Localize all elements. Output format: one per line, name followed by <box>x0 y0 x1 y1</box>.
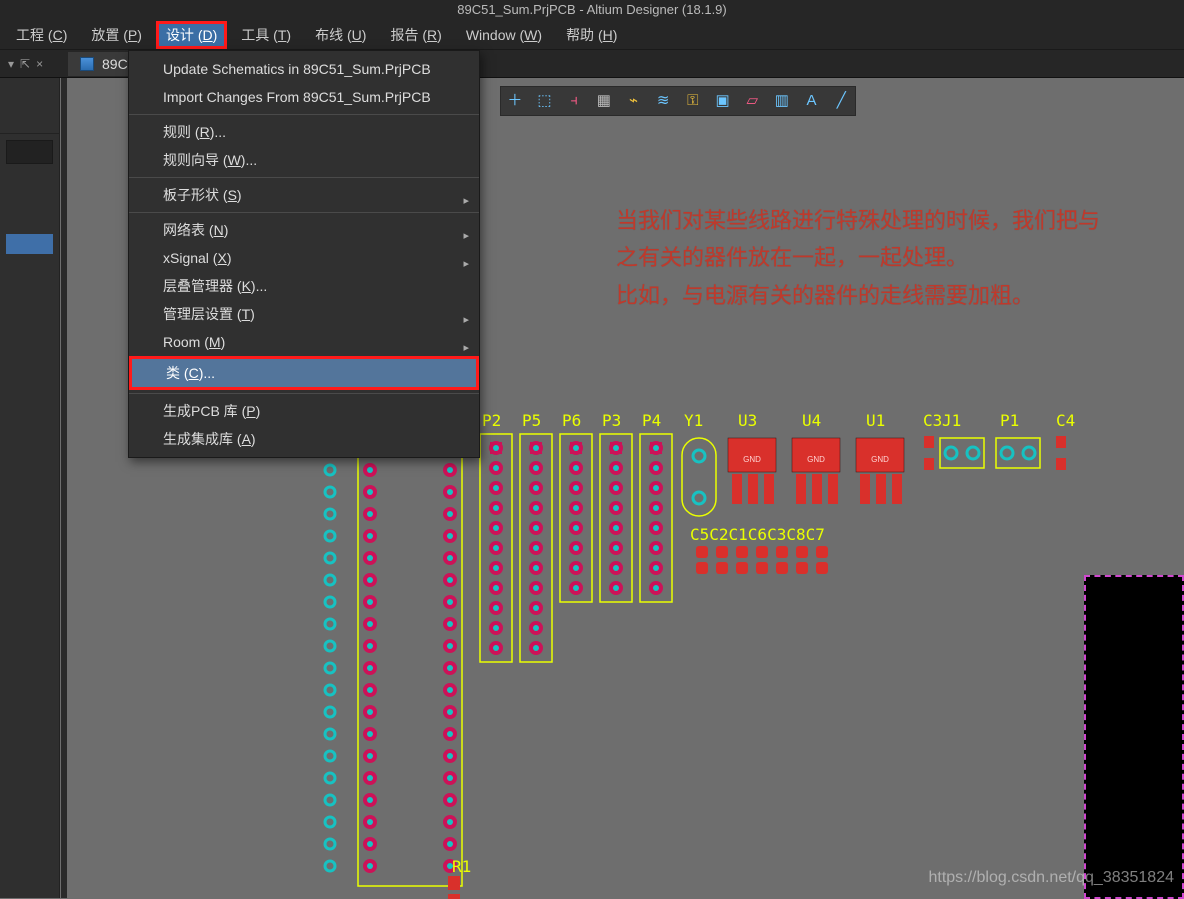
svg-text:U3: U3 <box>738 411 757 430</box>
menu-bar: 工程 (C)放置 (P)设计 (D)工具 (T)布线 (U)报告 (R)Wind… <box>0 20 1184 50</box>
menu-item[interactable]: 网络表 (N) <box>129 216 479 244</box>
menu-help[interactable]: 帮助 (H) <box>556 21 627 49</box>
svg-text:GND: GND <box>807 455 825 464</box>
designator-c3: C3 <box>923 411 942 430</box>
menu-design[interactable]: 设计 (D) <box>156 21 227 49</box>
plus-icon[interactable]: ＋ <box>507 93 523 109</box>
annotation-line-2: 之有关的器件放在一起，一起处理。 <box>616 239 1184 276</box>
designator-p1: P1 <box>1000 411 1019 430</box>
svg-text:P5: P5 <box>522 411 541 430</box>
menu-item[interactable]: 管理层设置 (T) <box>129 300 479 328</box>
menu-tools[interactable]: 工具 (T) <box>231 21 301 49</box>
menu-item[interactable]: 生成集成库 (A) <box>129 425 479 453</box>
annotation-line-1: 当我们对某些线路进行特殊处理的时候，我们把与 <box>616 202 1184 239</box>
svg-text:U4: U4 <box>802 411 821 430</box>
window-title: 89C51_Sum.PrjPCB - Altium Designer (18.1… <box>457 2 727 17</box>
diff-icon[interactable]: ≋ <box>655 93 671 109</box>
panel-dropdown-icon[interactable]: ▾ <box>8 57 14 71</box>
menu-item[interactable]: 板子形状 (S) <box>129 181 479 209</box>
image-icon[interactable]: ▣ <box>715 93 731 109</box>
key-icon[interactable]: ⚿ <box>685 93 701 109</box>
svg-text:U1: U1 <box>866 411 885 430</box>
svg-text:P3: P3 <box>602 411 621 430</box>
panel-combo[interactable] <box>6 140 53 164</box>
menu-item[interactable]: Import Changes From 89C51_Sum.PrjPCB <box>129 83 479 111</box>
chart-icon[interactable]: ▥ <box>774 93 790 109</box>
annotation-text: 当我们对某些线路进行特殊处理的时候，我们把与 之有关的器件放在一起，一起处理。 … <box>616 202 1184 314</box>
text-icon[interactable]: A <box>804 93 820 109</box>
route-icon[interactable]: ⌁ <box>626 93 642 109</box>
grid-icon[interactable]: ▦ <box>596 93 612 109</box>
menu-project[interactable]: 工程 (C) <box>6 21 77 49</box>
designator-r1: R1 <box>452 857 471 876</box>
menu-item[interactable]: 规则 (R)... <box>129 118 479 146</box>
svg-text:GND: GND <box>743 455 761 464</box>
menu-item[interactable]: Update Schematics in 89C51_Sum.PrjPCB <box>129 55 479 83</box>
menu-item[interactable]: 类 (C)... <box>132 359 476 387</box>
menu-route[interactable]: 布线 (U) <box>305 21 376 49</box>
menu-reports[interactable]: 报告 (R) <box>380 21 451 49</box>
menu-item[interactable]: xSignal (X) <box>129 244 479 272</box>
design-menu-dropdown: Update Schematics in 89C51_Sum.PrjPCBImp… <box>128 50 480 458</box>
left-panel <box>0 78 60 898</box>
menu-item[interactable]: Room (M) <box>129 328 479 356</box>
menu-window[interactable]: Window (W) <box>456 23 552 47</box>
designator-c4: C4 <box>1056 411 1075 430</box>
menu-separator <box>129 114 479 115</box>
panel-selected-row[interactable] <box>6 234 53 254</box>
svg-text:P4: P4 <box>642 411 661 430</box>
menu-item[interactable]: 生成PCB 库 (P) <box>129 397 479 425</box>
slash-icon[interactable]: ▱ <box>744 93 760 109</box>
designator-y1: Y1 <box>684 411 703 430</box>
menu-item[interactable]: 规则向导 (W)... <box>129 146 479 174</box>
menu-separator <box>129 212 479 213</box>
panel-controls: ▾ ⇱ × <box>0 57 64 71</box>
panel-pin-icon[interactable]: ⇱ <box>20 57 30 71</box>
panel-close-icon[interactable]: × <box>36 57 43 71</box>
designator-crow: C5C2C1C6C3C8C7 <box>690 525 825 544</box>
align-icon[interactable]: ⫞ <box>566 93 582 109</box>
svg-text:P2: P2 <box>482 411 501 430</box>
svg-text:P6: P6 <box>562 411 581 430</box>
pcb-doc-icon <box>80 57 94 71</box>
menu-separator <box>129 177 479 178</box>
menu-separator <box>129 393 479 394</box>
line-icon[interactable]: ╱ <box>833 93 849 109</box>
title-bar: 89C51_Sum.PrjPCB - Altium Designer (18.1… <box>0 0 1184 20</box>
menu-place[interactable]: 放置 (P) <box>81 21 152 49</box>
panel-splitter[interactable] <box>61 78 67 898</box>
designator-j1: J1 <box>942 411 961 430</box>
room-rectangle[interactable] <box>1084 575 1184 899</box>
menu-item[interactable]: 层叠管理器 (K)... <box>129 272 479 300</box>
pcb-components-layer: U2 P2P5P6P3P4 Y1 U3GNDU4GNDU1GND C3 J1 <box>248 424 1184 899</box>
pcb-toolbar: ＋ ⬚ ⫞ ▦ ⌁ ≋ ⚿ ▣ ▱ ▥ A ╱ <box>500 86 856 116</box>
select-icon[interactable]: ⬚ <box>537 93 553 109</box>
annotation-line-3: 比如，与电源有关的器件的走线需要加粗。 <box>616 277 1184 314</box>
svg-text:GND: GND <box>871 455 889 464</box>
watermark: https://blog.csdn.net/qq_38351824 <box>928 869 1174 887</box>
